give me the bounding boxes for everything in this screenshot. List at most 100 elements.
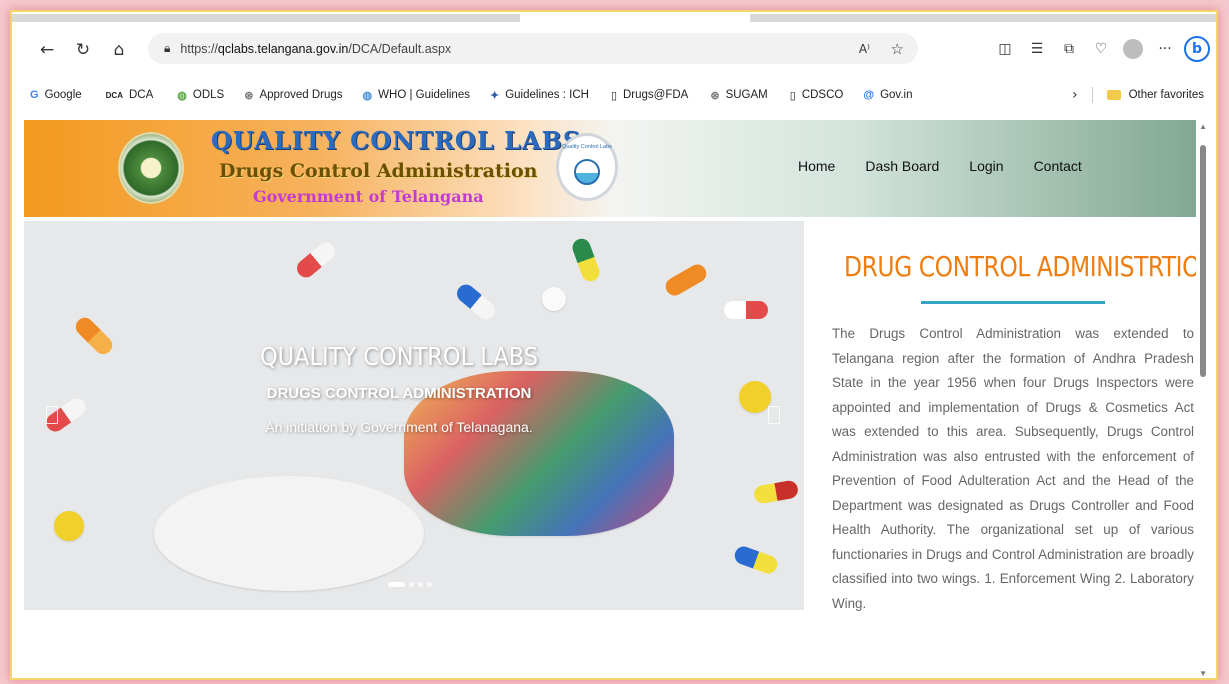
divider — [1091, 87, 1093, 103]
carousel-next-icon[interactable] — [768, 406, 780, 424]
hero-subtitle: DRUGS CONTROL ADMINISTRATION — [266, 385, 532, 402]
qc-labs-logo: Quality Control Labs — [556, 133, 618, 201]
favorite-odls[interactable]: ◍ ODLS — [177, 89, 224, 102]
capsule-shape — [293, 238, 339, 282]
dca-icon: DCA — [105, 90, 123, 100]
carousel-dot[interactable] — [418, 582, 423, 587]
favorite-dca[interactable]: DCA DCA — [106, 89, 154, 101]
about-heading: DRUG CONTROL ADMINISTRTION — [844, 250, 1208, 283]
google-icon: G — [30, 89, 39, 101]
nav-dashboard[interactable]: Dash Board — [865, 158, 939, 174]
favorite-label: ODLS — [192, 89, 225, 101]
tab-strip-segment — [750, 14, 1216, 22]
other-favorites[interactable]: Other favorites — [1129, 89, 1204, 101]
emblem-icon: ⊛ — [710, 89, 720, 102]
ich-icon: ✦ — [489, 89, 500, 102]
carousel-dot[interactable] — [388, 582, 405, 587]
collections-icon[interactable]: ⧉ — [1056, 36, 1082, 62]
nav-login[interactable]: Login — [969, 158, 1003, 174]
folder-icon — [1106, 90, 1121, 100]
favorite-fda[interactable]: ▯ Drugs@FDA — [611, 89, 688, 102]
scroll-up-icon[interactable]: ▲ — [1199, 122, 1207, 131]
page-scrollbar[interactable]: ▲ ▼ — [1196, 120, 1208, 678]
hero-title: QUALITY CONTROL LABS — [259, 342, 538, 371]
favorites-icon[interactable]: ☰ — [1024, 36, 1050, 62]
capsule-shape — [724, 301, 768, 319]
favorite-label: Drugs@FDA — [623, 89, 689, 101]
avatar — [1123, 39, 1143, 59]
page-icon: ▯ — [789, 89, 796, 102]
capsule-shape — [752, 479, 800, 505]
address-bar[interactable]: 🔒︎ https://qclabs.telangana.gov.in/DCA/D… — [148, 33, 918, 64]
tablet-shape — [542, 287, 566, 311]
web-page: QUALITY CONTROL LABS Drugs Control Admin… — [24, 120, 1208, 678]
favorite-label: Google — [44, 89, 82, 101]
tab-strip — [12, 12, 1216, 24]
main-nav: Home Dash Board Login Contact — [798, 158, 1082, 174]
bing-icon[interactable]: b — [1184, 36, 1210, 62]
favorite-label: Gov.in — [880, 89, 913, 101]
toolbar-right: ◫ ☰ ⧉ ♡ ··· b — [992, 36, 1210, 62]
home-icon[interactable]: ⌂ — [106, 37, 132, 63]
back-arrow-icon[interactable]: ← — [34, 37, 60, 63]
favorite-approved-drugs[interactable]: ⊛ Approved Drugs — [244, 89, 342, 102]
favorite-google[interactable]: G Google — [30, 89, 82, 101]
emblem-icon: ⊛ — [244, 89, 254, 102]
url-host: qclabs.telangana.gov.in — [217, 41, 349, 56]
site-subtitle: Drugs Control Administration — [219, 160, 538, 182]
favorite-label: SUGAM — [725, 89, 768, 101]
favorite-cdsco[interactable]: ▯ CDSCO — [790, 89, 844, 102]
site-government: Government of Telangana — [253, 187, 484, 206]
flask-icon — [574, 159, 600, 185]
performance-icon[interactable]: ♡ — [1088, 36, 1114, 62]
hero-carousel[interactable]: QUALITY CONTROL LABS DRUGS CONTROL ADMIN… — [24, 221, 804, 610]
about-section: DRUG CONTROL ADMINISTRTION The Drugs Con… — [832, 250, 1208, 616]
capsule-shape — [570, 236, 602, 284]
page-icon: ▯ — [610, 89, 617, 102]
govin-icon: @ — [863, 89, 875, 101]
favorite-sugam[interactable]: ⊛ SUGAM — [710, 89, 767, 102]
globe-icon: ◍ — [177, 89, 187, 102]
favorite-label: Approved Drugs — [259, 89, 343, 101]
hero-text: An initiation by Government of Telanagan… — [265, 419, 533, 435]
lock-icon[interactable]: 🔒︎ — [164, 41, 170, 56]
favorites-bar: G Google DCA DCA ◍ ODLS ⊛ Approved Drugs… — [12, 82, 1216, 108]
split-screen-icon[interactable]: ◫ — [992, 36, 1018, 62]
who-icon: ◍ — [362, 89, 373, 102]
url-path: /DCA/Default.aspx — [348, 41, 452, 56]
capsule-shape — [662, 261, 710, 299]
nav-home[interactable]: Home — [798, 158, 835, 174]
site-title: QUALITY CONTROL LABS — [211, 126, 582, 155]
carousel-dot[interactable] — [409, 582, 414, 587]
chevron-right-icon[interactable]: › — [1072, 87, 1078, 103]
favorite-who[interactable]: ◍ WHO | Guidelines — [363, 89, 470, 102]
favorite-label: DCA — [129, 89, 154, 101]
favorite-govin[interactable]: @ Gov.in — [863, 89, 912, 101]
favorites-overflow: › Other favorites — [1072, 87, 1204, 103]
browser-toolbar: ← ↻ ⌂ 🔒︎ https://qclabs.telangana.gov.in… — [12, 28, 1216, 72]
star-icon[interactable]: ☆ — [891, 40, 904, 58]
tablet-shape — [54, 511, 84, 541]
carousel-dot[interactable] — [427, 582, 432, 587]
tablet-cluster — [154, 476, 424, 591]
refresh-icon[interactable]: ↻ — [70, 37, 96, 63]
logo-text: Quality Control Labs — [562, 144, 612, 150]
tab-strip-segment — [12, 14, 520, 22]
capsule-shape — [453, 280, 499, 324]
capsule-shape — [732, 544, 780, 576]
about-body: The Drugs Control Administration was ext… — [832, 326, 1194, 611]
nav-contact[interactable]: Contact — [1034, 158, 1082, 174]
more-icon[interactable]: ··· — [1152, 36, 1178, 62]
browser-window: ← ↻ ⌂ 🔒︎ https://qclabs.telangana.gov.in… — [10, 10, 1218, 680]
scroll-thumb[interactable] — [1200, 145, 1206, 377]
favorite-label: CDSCO — [801, 89, 844, 101]
site-header: QUALITY CONTROL LABS Drugs Control Admin… — [24, 120, 1207, 217]
carousel-prev-icon[interactable] — [46, 406, 58, 424]
url-prefix: https:// — [180, 41, 218, 56]
favorite-label: WHO | Guidelines — [378, 89, 470, 101]
favorite-ich[interactable]: ✦ Guidelines : ICH — [490, 89, 589, 102]
read-aloud-icon[interactable]: A⁾ — [859, 42, 870, 56]
profile-icon[interactable] — [1120, 36, 1146, 62]
scroll-down-icon[interactable]: ▼ — [1199, 669, 1207, 678]
telangana-emblem-logo — [118, 132, 184, 204]
